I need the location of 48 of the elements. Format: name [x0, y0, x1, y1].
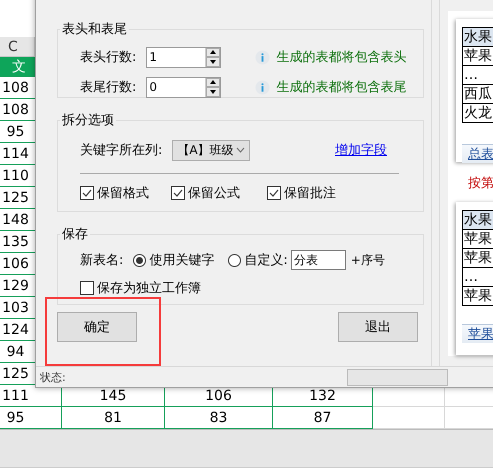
checkmark-icon	[269, 188, 279, 198]
radio-button[interactable]: 自定义:	[228, 251, 288, 269]
radio-button[interactable]: 使用关键字	[133, 251, 214, 269]
group-title: 表头和表尾	[61, 21, 128, 38]
down-button[interactable]	[206, 57, 220, 66]
preview-cell: 苹果	[463, 230, 493, 249]
chevron-icon	[236, 147, 246, 153]
preview-cell: 水果	[463, 28, 493, 47]
add-field-link[interactable]: 增加字段	[335, 141, 387, 159]
info-icon	[255, 50, 270, 64]
hint-text: 生成的表都将包含表头	[276, 49, 406, 66]
down-arrow-icon	[210, 90, 216, 94]
preview-cell: 水果	[463, 211, 493, 230]
name-input[interactable]: 分表	[290, 250, 346, 270]
checkbox[interactable]: 保存为独立工作簿	[80, 279, 201, 297]
suffix-label: +序号	[350, 252, 385, 268]
up-arrow-icon	[210, 80, 216, 84]
group-title: 拆分选项	[61, 112, 115, 129]
column-header[interactable]: C	[0, 37, 35, 57]
checkmark-icon	[82, 188, 92, 198]
down-arrow-icon	[210, 60, 216, 64]
ok-button[interactable]: 确定	[57, 312, 137, 342]
checkbox[interactable]: 保留公式	[171, 184, 240, 202]
checkbox[interactable]: 保留批注	[267, 184, 336, 202]
info-icon	[255, 80, 270, 94]
preview-cell: 西瓜	[463, 85, 493, 104]
field-label: 表尾行数:	[80, 79, 136, 96]
up-arrow-icon	[210, 50, 216, 54]
preview-cell: 苹果	[463, 47, 493, 66]
up-button[interactable]	[206, 48, 220, 57]
preview-cell: 苹果	[463, 249, 493, 268]
status-label: 状态:	[40, 370, 66, 384]
checkmark-icon	[173, 188, 183, 198]
up-button[interactable]	[206, 78, 220, 87]
field-label: 新表名:	[80, 252, 124, 269]
exit-button[interactable]: 退出	[338, 312, 418, 342]
preview-cell: 苹果	[463, 287, 493, 306]
down-button[interactable]	[206, 87, 220, 96]
table-header-cell: 文	[0, 57, 35, 77]
number-spinner[interactable]: 0	[146, 76, 222, 98]
checkbox[interactable]: 保留格式	[80, 184, 149, 202]
group-title: 保存	[61, 226, 89, 243]
column-dropdown[interactable]: 【A】班级	[172, 140, 250, 160]
hint-text: 生成的表都将包含表尾	[276, 79, 406, 96]
number-spinner[interactable]: 1	[146, 46, 222, 68]
preview-cell: 火龙	[463, 104, 493, 123]
field-label: 表头行数:	[80, 49, 136, 66]
field-label: 关键字所在列:	[80, 142, 162, 159]
